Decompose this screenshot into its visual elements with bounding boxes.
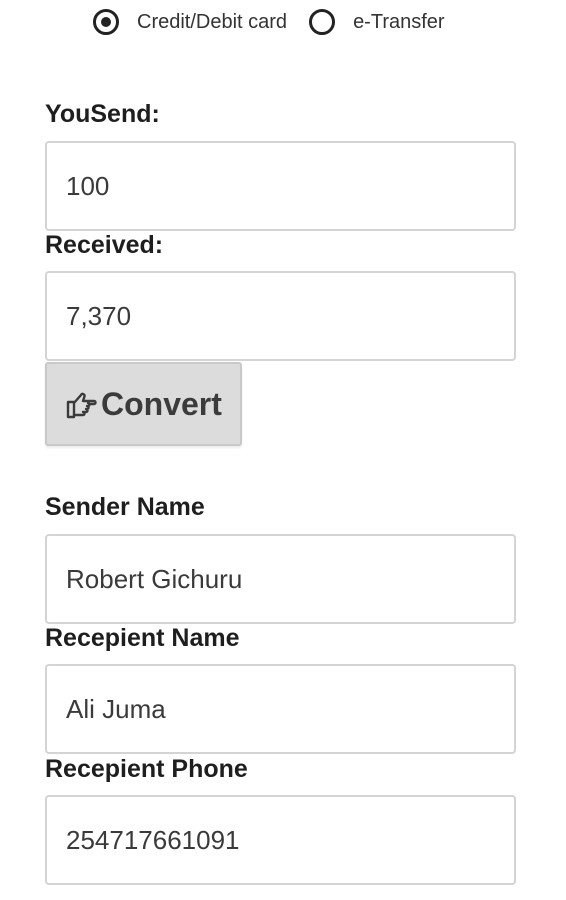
card-option-label: Credit/Debit card: [137, 10, 288, 33]
card-radio[interactable]: [93, 9, 119, 35]
recipient-phone-input[interactable]: [45, 795, 516, 885]
payment-option-card[interactable]: Credit/Debit card: [93, 9, 287, 35]
sender-name-input[interactable]: [45, 534, 516, 624]
hand-pointer-icon: [65, 387, 99, 421]
received-input[interactable]: [45, 271, 516, 361]
convert-button[interactable]: Convert: [45, 362, 242, 446]
etransfer-option-label: e-Transfer: [353, 10, 445, 33]
recipient-name-label: Recepient Name: [45, 624, 240, 652]
received-label: Received:: [45, 231, 164, 259]
convert-label: Convert: [101, 385, 222, 422]
etransfer-radio[interactable]: [309, 9, 336, 35]
recipient-name-input[interactable]: [45, 664, 516, 754]
recipient-phone-label: Recepient Phone: [45, 755, 248, 783]
sender-name-label: Sender Name: [45, 493, 205, 521]
payment-option-etransfer[interactable]: e-Transfer: [309, 9, 445, 35]
you-send-input[interactable]: [45, 141, 516, 231]
payment-method-group: Credit/Debit card e-Transfer: [93, 6, 445, 38]
you-send-label: YouSend:: [45, 100, 160, 128]
